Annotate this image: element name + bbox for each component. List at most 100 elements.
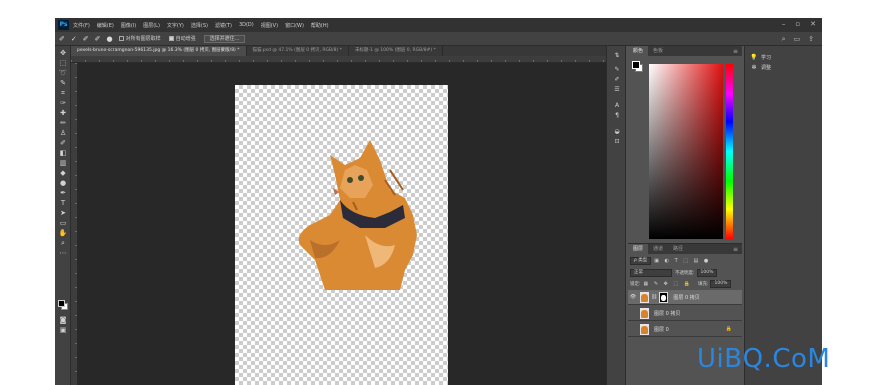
quick-mask-icon[interactable]: ◙ bbox=[58, 316, 68, 324]
color-panel-foreground-swatch[interactable] bbox=[632, 61, 640, 69]
canvas-area[interactable] bbox=[78, 63, 606, 385]
marquee-tool-icon[interactable]: ⬚ bbox=[58, 59, 68, 67]
opacity-input[interactable]: 100% bbox=[696, 269, 718, 277]
photoshop-logo: Ps bbox=[58, 20, 69, 30]
type-tool-icon[interactable]: T bbox=[58, 199, 68, 207]
menu-window[interactable]: 窗口(W) bbox=[285, 22, 304, 29]
menu-select[interactable]: 选择(S) bbox=[191, 22, 208, 29]
hand-tool-icon[interactable]: ✋ bbox=[58, 229, 68, 237]
eyedropper-tool-icon[interactable]: ✑ bbox=[58, 99, 68, 107]
layer-name[interactable]: 图层 0 拷贝 bbox=[654, 310, 680, 317]
brushes-icon[interactable]: ✐ bbox=[612, 76, 622, 84]
kind-filter-select[interactable]: ρ 类型 bbox=[630, 257, 652, 265]
more-tools-icon[interactable]: ⋯ bbox=[58, 249, 68, 257]
tab-channels[interactable]: 通道 bbox=[648, 244, 668, 254]
dodge-tool-icon[interactable]: ● bbox=[58, 179, 68, 187]
brush-tool-icon[interactable]: ✏ bbox=[58, 119, 68, 127]
document-canvas[interactable] bbox=[235, 85, 448, 385]
quick-selection-tool-icon[interactable]: ✐ bbox=[59, 35, 65, 43]
blend-mode-select[interactable]: 正常 bbox=[630, 269, 672, 277]
auto-enhance-label: 自动增强 bbox=[175, 36, 196, 42]
tab-document-3[interactable]: 未标题-1 @ 100% (图层 0, RGB/8#) * bbox=[349, 46, 443, 56]
maximize-button[interactable]: ▫ bbox=[795, 20, 800, 28]
collapsed-panels-strip: ⇅ ✎ ✐ ☰ A ¶ ◒ ⊡ bbox=[606, 46, 626, 385]
link-icon[interactable]: ⛓ bbox=[651, 294, 657, 300]
menu-file[interactable]: 文件(F) bbox=[73, 22, 90, 29]
brush-size-icon[interactable]: ● bbox=[107, 35, 113, 43]
tab-document-2[interactable]: 猫猫.psd @ 47.1% (图层 0 拷贝, RGB/8) * bbox=[247, 46, 349, 56]
menu-edit[interactable]: 编辑(E) bbox=[97, 22, 114, 29]
paragraph-panel-icon[interactable]: ¶ bbox=[612, 112, 622, 120]
menu-layer[interactable]: 图层(L) bbox=[143, 22, 160, 29]
adjustments-item[interactable]: ✻ 调整 bbox=[750, 64, 771, 71]
menu-filter[interactable]: 滤镜(T) bbox=[215, 22, 232, 29]
fill-input[interactable]: 100% bbox=[710, 280, 732, 288]
color-picker-field[interactable] bbox=[649, 64, 723, 239]
foreground-color-swatch[interactable] bbox=[58, 300, 65, 307]
menu-view[interactable]: 视图(V) bbox=[261, 22, 278, 29]
menu-image[interactable]: 图像(I) bbox=[121, 22, 136, 29]
menu-type[interactable]: 文字(Y) bbox=[167, 22, 184, 29]
tab-document-1[interactable]: pexels-bruno-scramgnon-596135.jpg @ 16.3… bbox=[71, 46, 247, 56]
crop-tool-icon[interactable]: ⌗ bbox=[58, 89, 68, 97]
styles-panel-icon[interactable]: ◒ bbox=[612, 128, 622, 136]
glyphs-panel-icon[interactable]: ⊡ bbox=[612, 138, 622, 146]
share-icon[interactable]: ⇪ bbox=[808, 35, 814, 44]
subtract-from-selection-icon[interactable]: ✐ bbox=[95, 35, 101, 43]
layer-row[interactable]: 👁 ⛓ 图层 0 拷贝 bbox=[628, 290, 742, 305]
tab-color[interactable]: 颜色 bbox=[628, 46, 649, 56]
character-panel-icon[interactable]: A bbox=[612, 102, 622, 110]
gradient-tool-icon[interactable]: ▥ bbox=[58, 159, 68, 167]
brush-settings-icon[interactable]: ✎ bbox=[612, 66, 622, 74]
menu-3d[interactable]: 3D(D) bbox=[239, 22, 254, 28]
layers-menu-icon[interactable]: ≡ bbox=[733, 246, 738, 253]
close-button[interactable]: ✕ bbox=[810, 20, 816, 28]
properties-icon[interactable]: ☰ bbox=[612, 86, 622, 94]
zoom-tool-icon[interactable]: ⌕ bbox=[58, 239, 68, 247]
layer-mask-thumbnail[interactable] bbox=[659, 291, 669, 303]
minimize-button[interactable]: – bbox=[782, 20, 786, 28]
visibility-eye-icon[interactable]: 👁 bbox=[628, 294, 638, 300]
lock-icons[interactable]: ▦ ✎ ✥ ⬚ 🔒 bbox=[644, 281, 692, 287]
screen-mode-icon[interactable]: ▣ bbox=[58, 326, 68, 334]
clone-stamp-tool-icon[interactable]: ♙ bbox=[58, 129, 68, 137]
layer-name[interactable]: 图层 0 bbox=[654, 326, 669, 333]
adjustments-icon: ✻ bbox=[751, 64, 757, 71]
sample-all-layers-checkbox[interactable] bbox=[118, 36, 124, 41]
menu-help[interactable]: 帮助(H) bbox=[311, 22, 329, 29]
document-tabs: pexels-bruno-scramgnon-596135.jpg @ 16.3… bbox=[71, 46, 606, 56]
history-panel-icon[interactable]: ⇅ bbox=[612, 52, 622, 60]
add-to-selection-icon[interactable]: ✐ bbox=[83, 35, 89, 43]
horizontal-ruler bbox=[71, 56, 606, 63]
workspace-icon[interactable]: ▭ bbox=[794, 35, 801, 44]
healing-brush-tool-icon[interactable]: ✚ bbox=[58, 109, 68, 117]
blur-tool-icon[interactable]: ◆ bbox=[58, 169, 68, 177]
new-selection-icon[interactable]: ✓ bbox=[71, 35, 77, 43]
eraser-tool-icon[interactable]: ◧ bbox=[58, 149, 68, 157]
rectangle-tool-icon[interactable]: ▭ bbox=[58, 219, 68, 227]
tab-swatches[interactable]: 色板 bbox=[648, 46, 668, 56]
tab-paths[interactable]: 路径 bbox=[668, 244, 688, 254]
tab-layers[interactable]: 图层 bbox=[628, 244, 649, 254]
history-brush-tool-icon[interactable]: ✐ bbox=[58, 139, 68, 147]
search-icon[interactable]: ⌕ bbox=[782, 35, 786, 44]
layer-thumbnail bbox=[640, 323, 649, 335]
lasso-tool-icon[interactable]: ➰ bbox=[58, 69, 68, 77]
panel-menu-icon[interactable]: ≡ bbox=[733, 48, 738, 55]
learn-item[interactable]: 💡 学习 bbox=[750, 54, 771, 61]
cat-image bbox=[298, 140, 417, 290]
quick-selection-tool-icon[interactable]: ✎ bbox=[58, 79, 68, 87]
color-panel: 颜色 色板 ≡ bbox=[628, 46, 742, 258]
select-and-mask-button[interactable]: 选择并遮住... bbox=[203, 34, 246, 43]
filter-icons[interactable]: ▣ ◐ T ⬚ ▤ ● bbox=[654, 258, 710, 264]
auto-enhance-checkbox[interactable] bbox=[168, 36, 174, 41]
layer-row[interactable]: 图层 0 拷贝 bbox=[628, 306, 742, 321]
lock-row: 锁定: ▦ ✎ ✥ ⬚ 🔒 填充: 100% bbox=[630, 279, 740, 289]
layer-name[interactable]: 图层 0 拷贝 bbox=[673, 294, 699, 301]
move-tool-icon[interactable]: ✥ bbox=[58, 49, 68, 57]
layer-row[interactable]: 图层 0 🔒 bbox=[628, 322, 742, 337]
pen-tool-icon[interactable]: ✒ bbox=[58, 189, 68, 197]
blend-row: 正常 不透明度: 100% bbox=[630, 268, 740, 278]
path-selection-tool-icon[interactable]: ➤ bbox=[58, 209, 68, 217]
hue-slider[interactable] bbox=[726, 64, 733, 239]
